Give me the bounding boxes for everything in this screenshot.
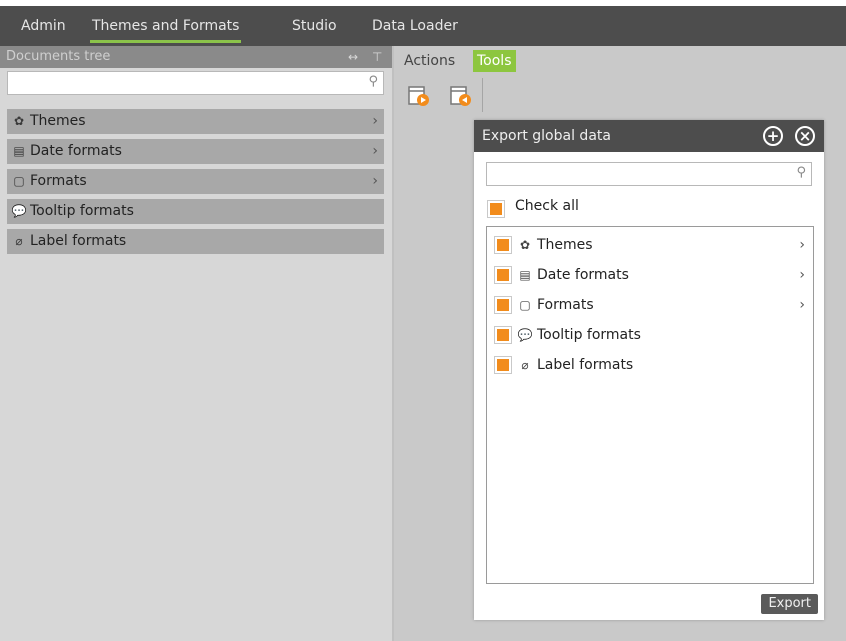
list-item-date-formats[interactable]: ▤ Date formats ›: [494, 263, 805, 287]
document-icon: ▢: [13, 174, 25, 188]
add-icon[interactable]: +: [763, 126, 783, 146]
top-nav-bar: Admin Themes and Formats Studio Data Loa…: [0, 6, 846, 46]
tree-item-label: Label formats: [30, 233, 127, 249]
item-checkbox[interactable]: [494, 236, 512, 254]
expand-horizontal-icon[interactable]: ↔: [348, 46, 358, 68]
export-global-data-dialog: Export global data + × ⚲ Check all ✿ The…: [474, 120, 824, 620]
chevron-right-icon: ›: [372, 113, 378, 129]
tree-item-formats[interactable]: ▢ Formats ›: [7, 169, 384, 194]
documents-tree-panel: Documents tree ↔ ⊤ ⚲ ✿ Themes › ▤ Date f…: [0, 46, 392, 641]
tab-data-loader[interactable]: Data Loader: [372, 12, 458, 40]
check-all-label: Check all: [515, 198, 579, 214]
list-item-label: Date formats: [537, 267, 629, 283]
search-icon[interactable]: ⚲: [368, 74, 378, 89]
documents-tree-header: Documents tree ↔ ⊤: [0, 46, 392, 68]
item-checkbox[interactable]: [494, 266, 512, 284]
tab-actions[interactable]: Actions: [400, 50, 459, 72]
tree-item-label: Date formats: [30, 143, 122, 159]
tab-themes-and-formats[interactable]: Themes and Formats: [90, 12, 242, 43]
tree-item-themes[interactable]: ✿ Themes ›: [7, 109, 384, 134]
palette-icon: ✿: [13, 114, 25, 128]
tree-item-date-formats[interactable]: ▤ Date formats ›: [7, 139, 384, 164]
documents-tree-search-input[interactable]: ⚲: [7, 71, 384, 95]
chevron-right-icon[interactable]: ›: [799, 293, 805, 317]
dialog-header: Export global data + ×: [474, 120, 824, 152]
close-icon[interactable]: ×: [795, 126, 815, 146]
chevron-right-icon[interactable]: ›: [799, 263, 805, 287]
export-icon[interactable]: [408, 84, 432, 108]
list-item-label-formats[interactable]: ⌀ Label formats: [494, 353, 805, 377]
list-item-label: Formats: [537, 297, 594, 313]
chevron-right-icon: ›: [372, 173, 378, 189]
tag-icon: ⌀: [521, 358, 529, 372]
list-item-themes[interactable]: ✿ Themes ›: [494, 233, 805, 257]
list-item-label: Label formats: [537, 357, 634, 373]
item-checkbox[interactable]: [494, 356, 512, 374]
export-button[interactable]: Export: [761, 594, 818, 614]
list-item-label: Tooltip formats: [537, 327, 641, 343]
tree-item-label: Themes: [30, 113, 86, 129]
document-icon: ▢: [519, 298, 531, 312]
chevron-right-icon[interactable]: ›: [799, 233, 805, 257]
item-checkbox[interactable]: [494, 326, 512, 344]
list-item-formats[interactable]: ▢ Formats ›: [494, 293, 805, 317]
check-all-checkbox[interactable]: [487, 200, 505, 218]
list-item-tooltip-formats[interactable]: 💬 Tooltip formats: [494, 323, 805, 347]
palette-icon: ✿: [519, 238, 531, 252]
search-icon[interactable]: ⚲: [796, 165, 806, 180]
item-checkbox[interactable]: [494, 296, 512, 314]
dialog-search-input[interactable]: ⚲: [486, 162, 812, 186]
tag-icon: ⌀: [15, 234, 23, 248]
tab-admin[interactable]: Admin: [21, 12, 66, 40]
calendar-icon: ▤: [13, 144, 25, 158]
list-item-label: Themes: [537, 237, 593, 253]
tab-studio[interactable]: Studio: [292, 12, 337, 40]
documents-tree-title: Documents tree: [6, 49, 111, 64]
dialog-title: Export global data: [482, 128, 611, 144]
speech-bubble-icon: 💬: [517, 328, 533, 342]
chevron-right-icon: ›: [372, 143, 378, 159]
app-window: Admin Themes and Formats Studio Data Loa…: [0, 0, 846, 641]
calendar-icon: ▤: [519, 268, 531, 282]
speech-bubble-icon: 💬: [11, 204, 27, 218]
toolbar-separator: [482, 78, 483, 112]
tab-tools[interactable]: Tools: [473, 50, 516, 72]
export-items-list: ✿ Themes › ▤ Date formats › ▢ Formats › …: [486, 226, 814, 584]
tree-item-label: Formats: [30, 173, 87, 189]
pin-icon[interactable]: ⊤: [372, 46, 382, 68]
tree-item-label-formats[interactable]: ⌀ Label formats: [7, 229, 384, 254]
tree-item-tooltip-formats[interactable]: 💬 Tooltip formats: [7, 199, 384, 224]
import-icon[interactable]: [450, 84, 474, 108]
tree-item-label: Tooltip formats: [30, 203, 134, 219]
